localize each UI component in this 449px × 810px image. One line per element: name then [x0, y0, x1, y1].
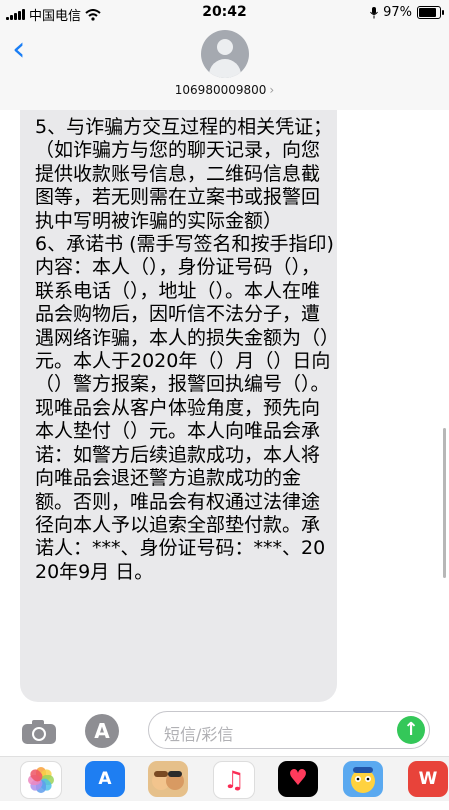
contact-avatar[interactable] — [201, 30, 249, 78]
person-icon-body — [209, 59, 241, 78]
app-store-app-icon[interactable]: A — [85, 761, 125, 797]
app-drawer: A ♫ ♥ W — [0, 756, 449, 801]
camera-icon[interactable] — [20, 716, 58, 746]
status-bar: 中国电信 20:42 97% — [0, 0, 449, 26]
sender-name[interactable]: 106980009800 › — [0, 83, 449, 97]
photos-app-icon[interactable] — [20, 761, 62, 799]
chevron-right-icon: › — [269, 83, 275, 97]
battery-icon — [417, 6, 444, 19]
message-list[interactable]: 5、与诈骗方交互过程的相关凭证；（如诈骗方与您的聊天记录，向您提供收款账号信息，… — [0, 110, 449, 706]
conversation-header: ‹ 106980009800 › — [0, 26, 449, 111]
message-text: 5、与诈骗方交互过程的相关凭证；（如诈骗方与您的聊天记录，向您提供收款账号信息，… — [35, 116, 334, 583]
wps-app-icon[interactable]: W — [408, 761, 448, 797]
back-chevron-icon[interactable]: ‹ — [12, 32, 26, 66]
message-input-placeholder: 短信/彩信 — [164, 725, 234, 744]
heart-sticker-app-icon[interactable]: ♥ — [278, 761, 318, 797]
music-app-icon[interactable]: ♫ — [213, 761, 255, 799]
send-arrow-icon[interactable]: ↑ — [397, 716, 425, 744]
person-icon-head — [217, 39, 233, 55]
message-input[interactable]: 短信/彩信 ↑ — [148, 711, 430, 749]
scrollbar[interactable] — [443, 428, 446, 578]
microphone-icon — [370, 6, 379, 18]
app-store-icon[interactable]: A — [85, 714, 119, 748]
input-bar: A 短信/彩信 ↑ — [0, 706, 449, 756]
battery-percent: 97% — [383, 5, 412, 20]
status-right: 97% — [370, 5, 444, 20]
sender-number: 106980009800 — [174, 83, 267, 97]
memoji-app-icon[interactable] — [148, 761, 188, 797]
cartoon-sticker-app-icon[interactable] — [343, 761, 383, 797]
